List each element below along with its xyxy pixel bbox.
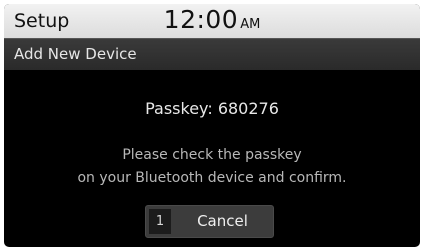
page-title: Add New Device bbox=[14, 45, 137, 63]
message-line-1: Please check the passkey bbox=[122, 147, 302, 163]
cancel-label: Cancel bbox=[197, 212, 248, 230]
hotkey-badge: 1 bbox=[149, 209, 171, 234]
status-bar: Setup 12:00 AM bbox=[4, 4, 420, 38]
screen: Setup 12:00 AM Add New Device Passkey: 68… bbox=[4, 4, 420, 247]
clock: 12:00 AM bbox=[4, 6, 420, 39]
message-line-2: on your Bluetooth device and confirm. bbox=[77, 170, 347, 186]
clock-time: 12:00 bbox=[163, 5, 239, 34]
clock-ampm: AM bbox=[240, 17, 261, 32]
passkey-text: Passkey: 680276 bbox=[145, 99, 279, 118]
subheader: Add New Device bbox=[4, 38, 420, 70]
cancel-button[interactable]: 1 Cancel bbox=[145, 205, 274, 238]
